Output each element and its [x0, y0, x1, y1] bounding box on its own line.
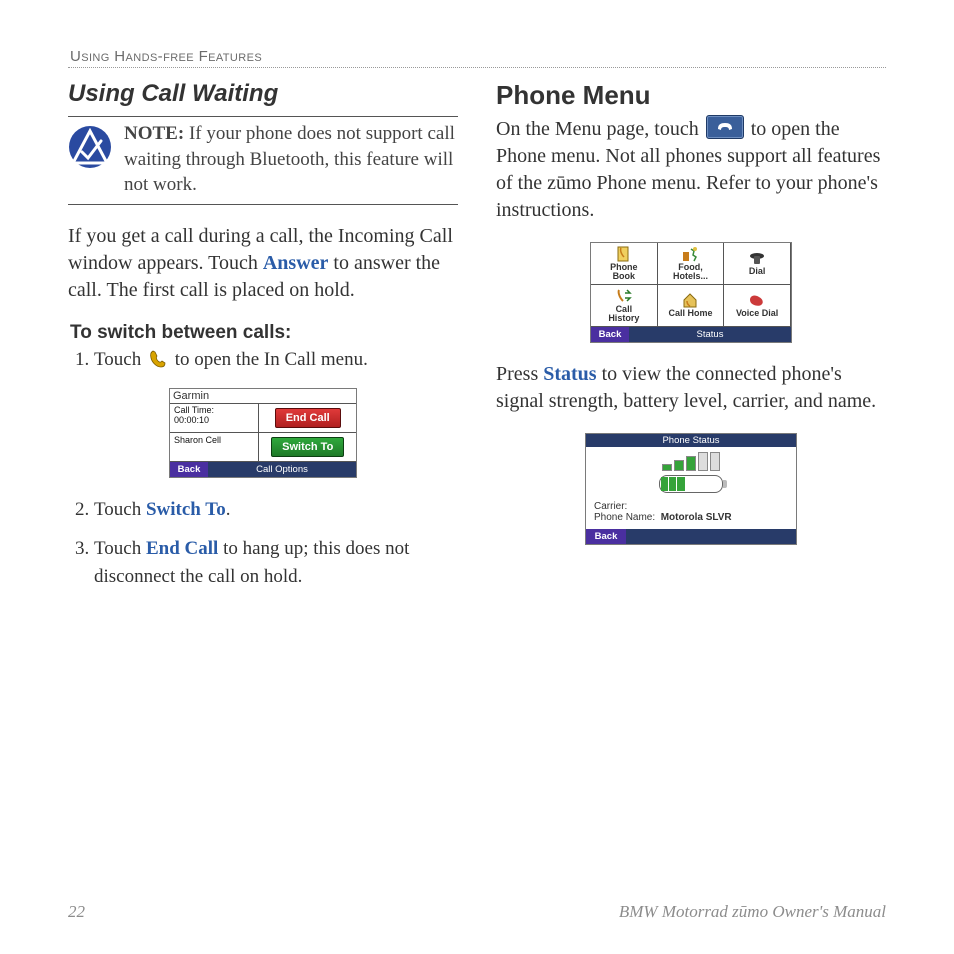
switch-to-button[interactable]: Switch To	[271, 437, 344, 457]
back-button[interactable]: Back	[591, 327, 629, 342]
page-footer: 22 BMW Motorrad zūmo Owner's Manual	[68, 902, 886, 922]
call-history-icon	[615, 288, 633, 304]
back-button[interactable]: Back	[586, 529, 626, 544]
in-call-figure: Garmin Call Time: 00:00:10 End Call Shar…	[68, 388, 458, 478]
dial-icon	[748, 250, 766, 266]
menu-call-history[interactable]: Call History	[591, 285, 658, 327]
section-heading-call-waiting: Using Call Waiting	[68, 80, 458, 108]
end-call-cell: End Call	[259, 404, 356, 433]
status-button[interactable]: Status	[675, 327, 745, 342]
call-options-button[interactable]: Call Options	[208, 462, 356, 477]
call-home-icon	[681, 292, 699, 308]
status-content: Carrier: Phone Name: Motorola SLVR	[586, 447, 796, 525]
in-call-screenshot: Garmin Call Time: 00:00:10 End Call Shar…	[169, 388, 357, 478]
scr-footer: Back Status	[591, 327, 791, 342]
call-waiting-paragraph: If you get a call during a call, the Inc…	[68, 223, 458, 304]
phone-button-icon	[706, 115, 744, 139]
back-button[interactable]: Back	[170, 462, 208, 477]
phone-menu-grid: Phone Book Food, Hotels... Dial Call His…	[591, 243, 791, 327]
step-1: Touch to open the In Call menu.	[94, 346, 458, 375]
menu-call-home[interactable]: Call Home	[658, 285, 725, 327]
switch-calls-steps-cont: Touch Switch To. Touch End Call to hang …	[68, 496, 458, 592]
label: Voice Dial	[736, 309, 778, 318]
manual-title: BMW Motorrad zūmo Owner's Manual	[619, 902, 886, 922]
signal-strength-icon	[656, 453, 726, 471]
step-3: Touch End Call to hang up; this does not…	[94, 535, 458, 592]
call-time-value: 00:00:10	[174, 415, 209, 425]
phone-menu-paragraph: On the Menu page, touch to open the Phon…	[496, 115, 886, 224]
section-heading-phone-menu: Phone Menu	[496, 80, 886, 111]
status-keyword: Status	[543, 363, 596, 385]
phone-name-value: Motorola SLVR	[661, 512, 732, 523]
status-title: Phone Status	[586, 434, 796, 447]
menu-dial[interactable]: Dial	[724, 243, 791, 285]
end-call-keyword: End Call	[146, 538, 218, 559]
end-call-button[interactable]: End Call	[275, 408, 341, 428]
menu-food-hotels[interactable]: Food, Hotels...	[658, 243, 725, 285]
step-2: Touch Switch To.	[94, 496, 458, 525]
text: to open the In Call menu.	[170, 349, 368, 370]
scr-title: Garmin	[170, 389, 356, 404]
menu-voice-dial[interactable]: Voice Dial	[724, 285, 791, 327]
phone-menu-screenshot: Phone Book Food, Hotels... Dial Call His…	[590, 242, 792, 343]
carrier-label: Carrier:	[594, 501, 627, 512]
answer-keyword: Answer	[263, 252, 329, 274]
switch-calls-subheading: To switch between calls:	[70, 322, 458, 344]
text: Touch	[94, 349, 146, 370]
text: .	[226, 499, 231, 520]
switch-to-cell: Switch To	[259, 433, 356, 462]
caller-cell: Sharon Cell	[170, 433, 259, 462]
switch-to-keyword: Switch To	[146, 499, 226, 520]
two-column-layout: Using Call Waiting NOTE: If your phone d…	[68, 78, 886, 602]
phone-book-icon	[615, 246, 633, 262]
switch-calls-steps: Touch to open the In Call menu.	[68, 346, 458, 375]
footer-spacer	[745, 327, 791, 342]
note-triangle-icon	[68, 125, 112, 169]
phone-menu-figure: Phone Book Food, Hotels... Dial Call His…	[496, 242, 886, 343]
phone-status-screenshot: Phone Status Carrier: Phone Name: Motoro…	[585, 433, 797, 545]
label: Dial	[749, 267, 766, 276]
running-head: Using Hands-free Features	[68, 48, 886, 68]
text: Press	[496, 363, 543, 385]
label: Food, Hotels...	[673, 263, 708, 282]
right-column: Phone Menu On the Menu page, touch to op…	[496, 78, 886, 602]
call-time-cell: Call Time: 00:00:10	[170, 404, 259, 433]
status-paragraph: Press Status to view the connected phone…	[496, 361, 886, 415]
text: Touch	[94, 499, 146, 520]
footer-spacer	[629, 327, 675, 342]
handset-icon	[148, 349, 168, 369]
phone-name-label: Phone Name:	[594, 512, 655, 523]
text: On the Menu page, touch	[496, 118, 704, 140]
note-text: NOTE: If your phone does not support cal…	[124, 121, 458, 198]
menu-phone-book[interactable]: Phone Book	[591, 243, 658, 285]
label: Call History	[608, 305, 639, 324]
note-label: NOTE:	[124, 123, 184, 144]
battery-icon	[659, 475, 723, 493]
scr-footer: Back Call Options	[170, 462, 356, 477]
phone-status-figure: Phone Status Carrier: Phone Name: Motoro…	[496, 433, 886, 545]
page-number: 22	[68, 902, 85, 922]
food-hotels-icon	[681, 246, 699, 262]
scr-footer: Back	[586, 529, 796, 544]
voice-dial-icon	[748, 292, 766, 308]
left-column: Using Call Waiting NOTE: If your phone d…	[68, 78, 458, 602]
note-block: NOTE: If your phone does not support cal…	[68, 116, 458, 205]
text: Touch	[94, 538, 146, 559]
label: Phone Book	[610, 263, 638, 282]
label: Call Home	[668, 309, 712, 318]
footer-spacer	[626, 529, 796, 544]
